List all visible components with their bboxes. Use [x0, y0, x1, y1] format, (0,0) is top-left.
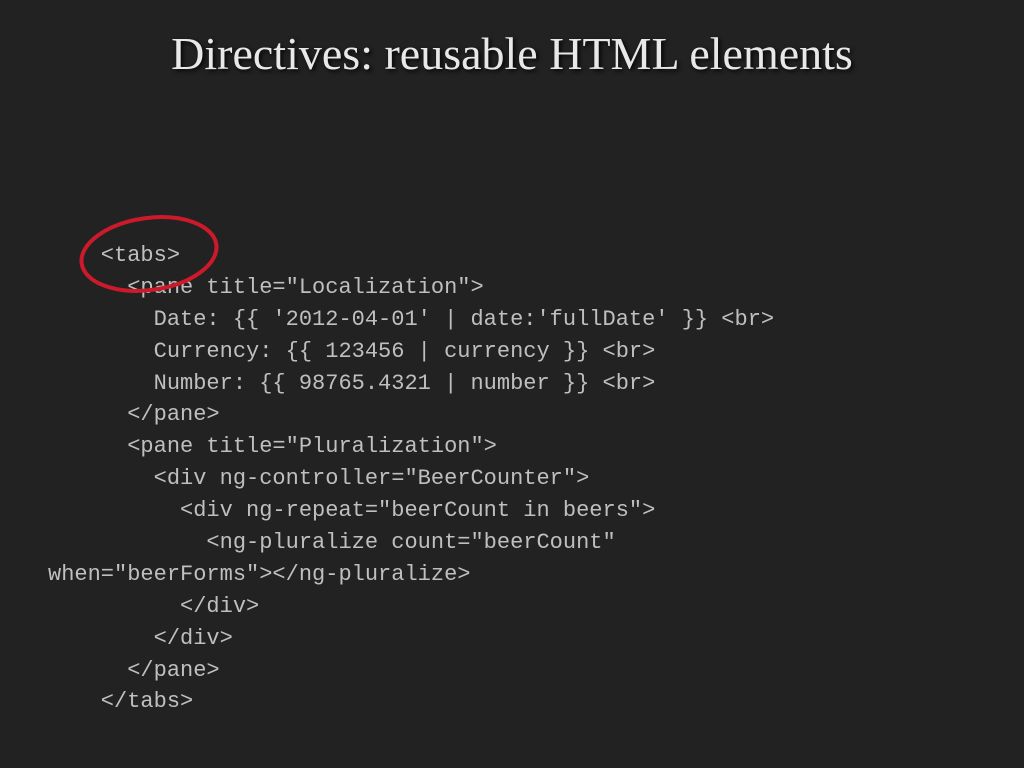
slide-title: Directives: reusable HTML elements — [0, 0, 1024, 84]
code-example: <tabs> <pane title="Localization"> Date:… — [48, 240, 774, 718]
